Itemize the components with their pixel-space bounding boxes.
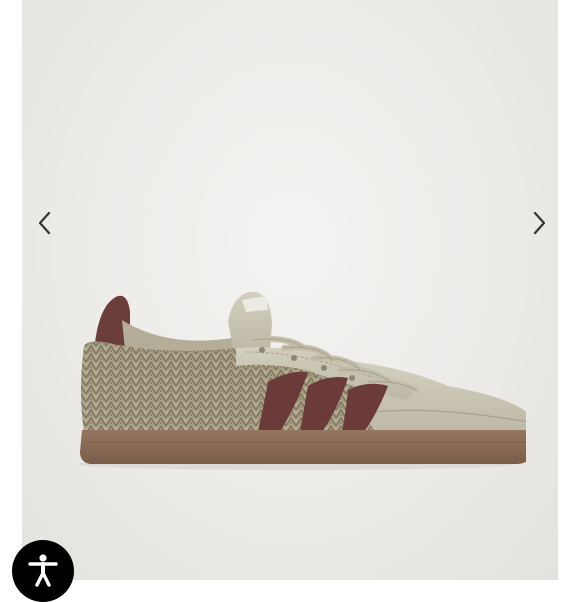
accessibility-person-icon xyxy=(28,554,58,587)
chevron-right-icon xyxy=(533,211,546,235)
chevron-left-icon xyxy=(38,211,51,235)
sneaker-illustration xyxy=(76,291,526,470)
accessibility-button[interactable] xyxy=(12,540,74,602)
next-image-button[interactable] xyxy=(526,208,552,238)
product-image-sneaker xyxy=(56,282,526,472)
previous-image-button[interactable] xyxy=(32,208,58,238)
product-image-gallery xyxy=(22,0,558,580)
